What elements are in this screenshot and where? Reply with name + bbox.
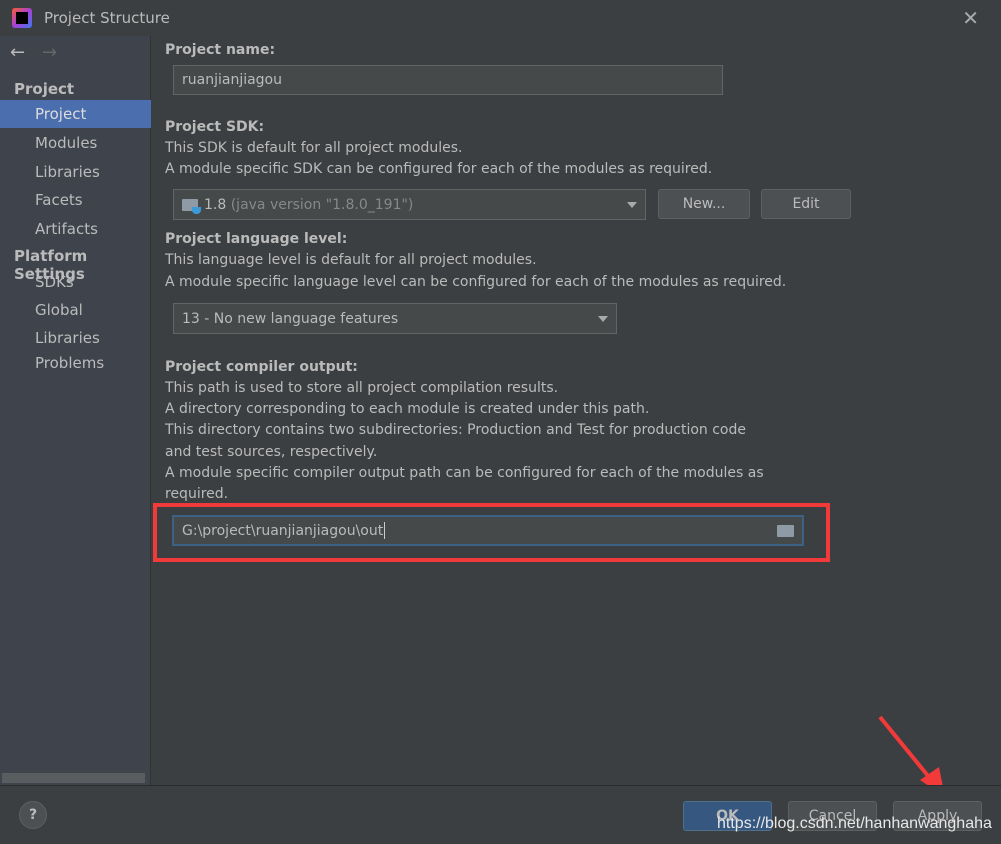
sidebar-item-project[interactable]: Project (0, 100, 151, 128)
sidebar-item-libraries[interactable]: Libraries (0, 158, 151, 186)
output-description: A directory corresponding to each module… (165, 401, 650, 417)
output-description: A module specific compiler output path c… (165, 465, 764, 481)
edit-sdk-button[interactable]: Edit (761, 189, 851, 219)
title-bar: Project Structure ✕ (0, 0, 1001, 36)
sidebar-item-artifacts[interactable]: Artifacts (0, 215, 151, 243)
project-sdk-label: Project SDK: (165, 119, 265, 135)
language-level-label: Project language level: (165, 231, 348, 247)
new-sdk-button[interactable]: New... (658, 189, 750, 219)
sidebar-item-sdks[interactable]: SDKs (0, 268, 151, 296)
output-description: required. (165, 486, 229, 502)
chevron-down-icon (598, 315, 608, 322)
annotation-highlight-box (153, 503, 830, 562)
output-description: This path is used to store all project c… (165, 380, 559, 396)
sdk-description: This SDK is default for all project modu… (165, 140, 463, 156)
sdk-description: A module specific SDK can be configured … (165, 161, 713, 177)
output-description: This directory contains two subdirectori… (165, 422, 746, 438)
window-title: Project Structure (44, 9, 170, 27)
close-icon[interactable]: ✕ (962, 6, 979, 30)
help-button[interactable]: ? (19, 801, 47, 829)
sidebar: ← → Project Settings Project Modules Lib… (0, 36, 151, 785)
sidebar-item-modules[interactable]: Modules (0, 129, 151, 157)
sdk-detail: (java version "1.8.0_191") (230, 196, 414, 213)
project-name-input[interactable]: ruanjianjiagou (173, 65, 723, 95)
language-description: This language level is default for all p… (165, 252, 537, 268)
language-level-dropdown[interactable]: 13 - No new language features (173, 303, 617, 334)
compiler-output-label: Project compiler output: (165, 359, 358, 375)
intellij-logo-icon (12, 8, 32, 28)
sidebar-item-global-libraries[interactable]: Global Libraries (0, 296, 151, 347)
project-name-label: Project name: (165, 42, 276, 58)
chevron-down-icon (627, 201, 637, 208)
sdk-dropdown[interactable]: 1.8 (java version "1.8.0_191") (173, 189, 646, 220)
sidebar-item-facets[interactable]: Facets (0, 186, 151, 214)
language-level-value: 13 - No new language features (182, 310, 399, 327)
output-description: and test sources, respectively. (165, 444, 378, 460)
forward-arrow-icon[interactable]: → (42, 42, 57, 63)
sdk-version: 1.8 (204, 196, 227, 213)
watermark: https://blog.csdn.net/hanhanwanghaha (717, 815, 992, 832)
horizontal-scrollbar[interactable] (2, 773, 145, 783)
language-description: A module specific language level can be … (165, 274, 787, 290)
sidebar-item-problems[interactable]: Problems (0, 349, 151, 377)
sdk-folder-icon (182, 198, 201, 214)
back-arrow-icon[interactable]: ← (10, 42, 25, 63)
